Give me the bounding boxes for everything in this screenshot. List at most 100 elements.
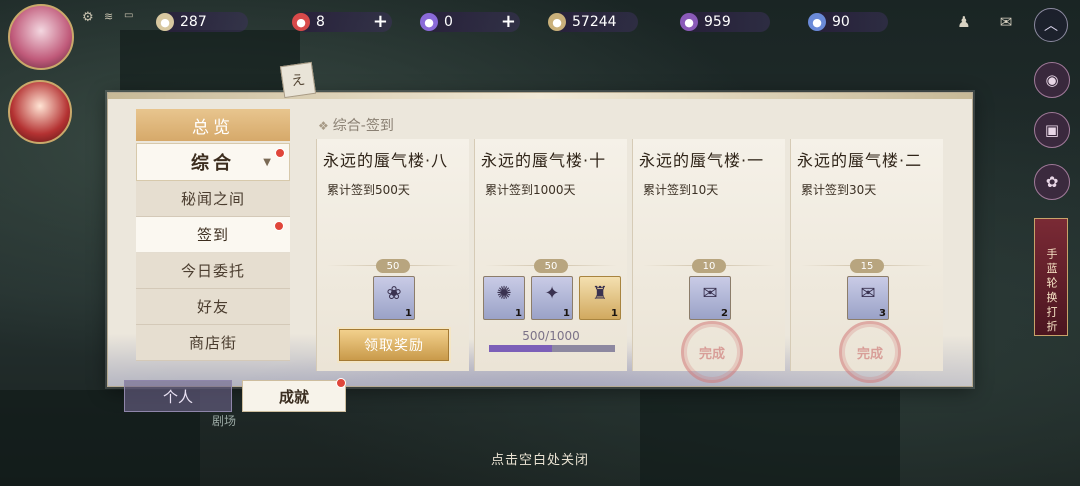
panel-bookmark-tab: え	[279, 61, 317, 99]
reward-item-count: 1	[563, 308, 570, 319]
resource-value: 90	[832, 14, 850, 30]
reward-item-icon: ✺	[496, 283, 512, 304]
reward-item-count: 1	[611, 308, 618, 319]
coin-icon: ●	[156, 13, 174, 31]
nav-category-general[interactable]: 综合 ▼	[136, 143, 290, 181]
nav-item[interactable]: 今日委托	[136, 253, 290, 289]
card-requirement: 累计签到10天	[643, 183, 719, 197]
card-title: 永远的蜃气楼·十	[481, 151, 607, 170]
background-building	[640, 390, 900, 486]
reward-item-icon: ♜	[591, 283, 609, 304]
discount-banner[interactable]: 手 蓝 轮 换 打 折	[1034, 218, 1068, 336]
camera-icon[interactable]: ◉	[1034, 62, 1070, 98]
mail-icon[interactable]: ✉	[994, 10, 1018, 34]
discount-banner-text: 手 蓝 轮 换 打 折	[1045, 247, 1058, 331]
reward-item-icon: ✉	[860, 283, 876, 304]
nav-item-label: 好友	[196, 298, 229, 316]
points-badge: 10	[692, 259, 726, 273]
plus-icon[interactable]: +	[501, 11, 516, 32]
breadcrumb-text: 综合-签到	[332, 118, 394, 134]
chevron-down-icon: ▼	[263, 156, 275, 168]
battery-icon: ▭	[124, 10, 134, 21]
card-requirement: 累计签到1000天	[485, 183, 576, 197]
resource-jade[interactable]: ● 0 +	[420, 11, 520, 32]
close-hint[interactable]: 点击空白处关闭	[0, 449, 1080, 468]
resource-value: 8	[316, 14, 325, 30]
resource-stamina[interactable]: ● 8 +	[292, 11, 392, 32]
resource-tickets[interactable]: ● 57244	[548, 12, 638, 32]
nav-item-label: 今日委托	[180, 262, 245, 280]
reward-item[interactable]: ✺ 1	[483, 276, 525, 320]
reward-item[interactable]: ❀ 1	[373, 276, 415, 320]
gem-icon: ●	[420, 13, 438, 31]
ticket-icon: ●	[548, 13, 566, 31]
shikigami-avatar[interactable]	[8, 80, 72, 144]
reward-card: 永远的蜃气楼·八累计签到500天 50 ❀ 1 领取奖励	[316, 139, 469, 371]
red-dot-icon	[275, 148, 285, 158]
card-requirement: 累计签到30天	[801, 183, 877, 197]
card-requirement: 累计签到500天	[327, 183, 410, 197]
progress-bar	[489, 345, 615, 352]
resource-coin[interactable]: ● 287	[156, 12, 248, 32]
flower-icon[interactable]: ✿	[1034, 164, 1070, 200]
breadcrumb: ❖ 综合-签到	[318, 115, 394, 135]
crystal-icon: ●	[808, 13, 826, 31]
card-title: 永远的蜃气楼·一	[639, 151, 765, 170]
points-badge: 50	[534, 259, 568, 273]
nav-item[interactable]: 签到	[136, 217, 290, 253]
resource-value: 959	[704, 14, 731, 30]
claim-reward-button[interactable]: 领取奖励	[339, 329, 449, 361]
reward-item[interactable]: ♜ 1	[579, 276, 621, 320]
nav-item[interactable]: 秘闻之间	[136, 181, 290, 217]
reward-item-count: 1	[405, 308, 412, 319]
reward-item[interactable]: ✉ 3	[847, 276, 889, 320]
points-badge: 15	[850, 259, 884, 273]
reward-item-icon: ❀	[386, 283, 402, 304]
bell-icon[interactable]: ♟	[952, 10, 976, 34]
category-nav: 总览 综合 ▼ 秘闻之间签到今日委托好友商店街	[136, 109, 290, 371]
tab-achievement[interactable]: 成就	[242, 380, 346, 412]
nav-header-overview[interactable]: 总览	[136, 109, 290, 141]
reward-card: 永远的蜃气楼·二 累计签到30天 15 ✉ 3 完成	[790, 139, 943, 383]
tab-personal[interactable]: 个人	[124, 380, 232, 412]
top-hud: ⚙ ≋ ▭ ● 287 ● 8 + ● 0 + ● 57244 ● 959 ● 90 ♟ ✉ ︿	[0, 0, 1080, 70]
achievement-panel: 总览 综合 ▼ 秘闻之间签到今日委托好友商店街 ❖ 综合-签到 永远的蜃气楼·八累…	[107, 92, 973, 387]
gear-icon[interactable]: ⚙	[82, 10, 94, 25]
resource-crystal[interactable]: ● 90	[808, 12, 888, 32]
reward-item[interactable]: ✉ 2	[689, 276, 731, 320]
heart-icon: ●	[292, 13, 310, 31]
reward-item-icon: ✉	[702, 283, 718, 304]
reward-item-icon: ✦	[544, 283, 560, 304]
reward-item-count: 1	[515, 308, 522, 319]
nav-item-label: 秘闻之间	[180, 190, 245, 208]
completed-stamp: 完成	[681, 321, 743, 383]
theater-label[interactable]: 剧场	[212, 412, 236, 429]
resource-orb[interactable]: ● 959	[680, 12, 770, 32]
resource-value: 0	[444, 14, 453, 30]
collapse-hud-button[interactable]: ︿	[1034, 8, 1068, 42]
player-avatar[interactable]	[8, 4, 74, 70]
nav-item[interactable]: 商店街	[136, 325, 290, 361]
resource-value: 57244	[572, 14, 617, 30]
card-title: 永远的蜃气楼·八	[323, 151, 449, 170]
progress-text: 500/1000	[522, 329, 580, 343]
nav-item-list: 秘闻之间签到今日委托好友商店街	[136, 181, 290, 361]
reward-item[interactable]: ✦ 1	[531, 276, 573, 320]
nav-item-label: 商店街	[188, 334, 237, 352]
resource-value: 287	[180, 14, 207, 30]
card-title: 永远的蜃气楼·二	[797, 151, 923, 170]
red-dot-icon	[336, 378, 346, 388]
orb-icon: ●	[680, 13, 698, 31]
reward-card: 永远的蜃气楼·十 累计签到1000天 50 ✺ 1 ✦ 1 ♜ 1 500/1000	[474, 139, 627, 371]
reward-card: 永远的蜃气楼·一 累计签到10天 10 ✉ 2 完成	[632, 139, 785, 383]
nav-item[interactable]: 好友	[136, 289, 290, 325]
red-dot-icon	[274, 221, 284, 231]
wifi-icon: ≋	[104, 10, 114, 23]
shop-icon[interactable]: ▣	[1034, 112, 1070, 148]
panel-top-border	[108, 93, 972, 99]
points-badge: 50	[376, 259, 410, 273]
reward-item-count: 3	[879, 308, 886, 319]
reward-item-count: 2	[721, 308, 728, 319]
plus-icon[interactable]: +	[373, 11, 388, 32]
progress-fill	[489, 345, 552, 352]
